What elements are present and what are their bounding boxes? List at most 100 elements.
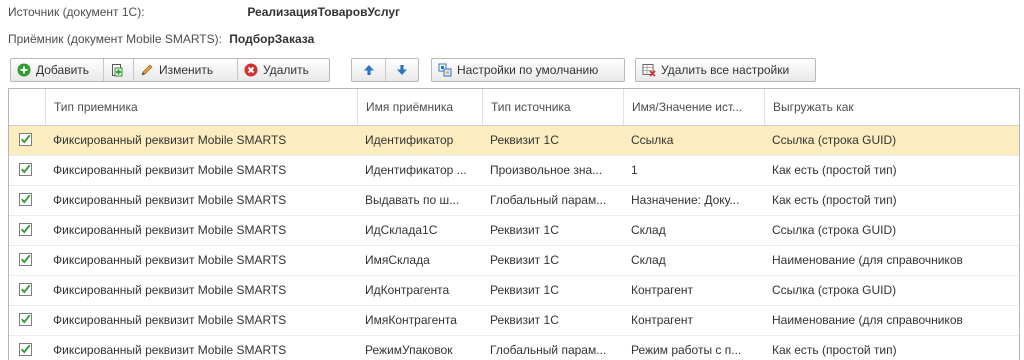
receiver-type-cell: Фиксированный реквизит Mobile SMARTS: [53, 313, 287, 327]
check-cell: [9, 186, 47, 215]
source-type-cell: Реквизит 1С: [490, 253, 559, 267]
delete-all-settings-label: Удалить все настройки: [661, 63, 790, 77]
edit-button[interactable]: Изменить: [133, 59, 237, 81]
receiver-name-cell: ИдСклада1С: [365, 223, 438, 237]
arrow-up-icon: [362, 63, 376, 77]
receiver-type-cell: Фиксированный реквизит Mobile SMARTS: [53, 163, 287, 177]
receiver-type-cell: Фиксированный реквизит Mobile SMARTS: [53, 223, 287, 237]
default-settings-button[interactable]: Настройки по умолчанию: [431, 58, 625, 82]
receiver-name-cell: Идентификатор ...: [365, 163, 467, 177]
edit-button-group: Добавить Изменить Удалить: [10, 58, 330, 82]
source-type-cell: Глобальный парам...: [490, 343, 607, 357]
mapping-table: Тип приемника Имя приёмника Тип источник…: [8, 88, 1020, 360]
receiver-row: Приёмник (документ Mobile SMARTS): Подбо…: [8, 31, 314, 47]
delete-button[interactable]: Удалить: [237, 59, 329, 81]
source-value[interactable]: РеализацияТоваровУслуг: [247, 5, 400, 19]
table-row[interactable]: Фиксированный реквизит Mobile SMARTS Режи…: [9, 336, 1019, 360]
checkmark-icon: [21, 344, 31, 354]
column-header-source-type[interactable]: Тип источника: [482, 89, 623, 125]
row-checkbox[interactable]: [19, 223, 32, 236]
source-value-cell: Режим работы с п...: [631, 343, 742, 357]
source-value-cell: Контрагент: [631, 283, 694, 297]
add-button[interactable]: Добавить: [11, 59, 103, 81]
row-checkbox[interactable]: [19, 343, 32, 356]
delete-icon: [244, 63, 258, 77]
table-header: Тип приемника Имя приёмника Тип источник…: [9, 89, 1019, 126]
move-button-group: [351, 58, 419, 82]
export-as-cell: Как есть (простой тип): [772, 343, 897, 357]
move-down-button[interactable]: [385, 59, 418, 81]
checkmark-icon: [21, 284, 31, 294]
export-as-cell: Ссылка (строка GUID): [772, 133, 897, 147]
receiver-name-cell: ИмяСклада: [365, 253, 430, 267]
receiver-type-cell: Фиксированный реквизит Mobile SMARTS: [53, 283, 287, 297]
source-type-cell: Реквизит 1С: [490, 313, 559, 327]
delete-all-settings-button[interactable]: Удалить все настройки: [635, 58, 816, 82]
source-type-cell: Реквизит 1С: [490, 223, 559, 237]
column-header-export-as[interactable]: Выгружать как: [764, 89, 1019, 125]
copy-icon: [110, 63, 124, 77]
source-value-cell: Склад: [631, 223, 666, 237]
source-type-cell: Глобальный парам...: [490, 193, 607, 207]
check-cell: [9, 246, 47, 275]
checkmark-icon: [21, 254, 31, 264]
source-type-cell: Произвольное зна...: [490, 163, 603, 177]
column-header-receiver-name[interactable]: Имя приёмника: [357, 89, 482, 125]
check-cell: [9, 156, 47, 185]
row-checkbox[interactable]: [19, 163, 32, 176]
table-row[interactable]: Фиксированный реквизит Mobile SMARTS ИмяС…: [9, 246, 1019, 276]
row-checkbox[interactable]: [19, 193, 32, 206]
table-row[interactable]: Фиксированный реквизит Mobile SMARTS ИмяК…: [9, 306, 1019, 336]
table-row[interactable]: Фиксированный реквизит Mobile SMARTS Иден…: [9, 156, 1019, 186]
edit-label: Изменить: [159, 63, 214, 77]
export-as-cell: Как есть (простой тип): [772, 193, 897, 207]
default-settings-label: Настройки по умолчанию: [457, 63, 599, 77]
receiver-name-cell: Идентификатор: [365, 133, 454, 147]
source-type-cell: Реквизит 1С: [490, 283, 559, 297]
receiver-type-cell: Фиксированный реквизит Mobile SMARTS: [53, 133, 287, 147]
column-header-source-value[interactable]: Имя/Значение ист...: [623, 89, 764, 125]
source-value-cell: Контрагент: [631, 313, 694, 327]
row-checkbox[interactable]: [19, 313, 32, 326]
move-up-button[interactable]: [352, 59, 385, 81]
receiver-type-cell: Фиксированный реквизит Mobile SMARTS: [53, 253, 287, 267]
delete-label: Удалить: [263, 63, 309, 77]
copy-button[interactable]: [103, 59, 133, 81]
clear-table-icon: [642, 63, 656, 77]
receiver-name-cell: РежимУпаковок: [365, 343, 453, 357]
table-row[interactable]: Фиксированный реквизит Mobile SMARTS ИдКо…: [9, 276, 1019, 306]
receiver-name-cell: Выдавать по ш...: [365, 193, 460, 207]
column-header-receiver-type[interactable]: Тип приемника: [45, 89, 357, 125]
export-as-cell: Наименование (для справочников: [772, 253, 963, 267]
export-as-cell: Как есть (простой тип): [772, 163, 897, 177]
table-row[interactable]: Фиксированный реквизит Mobile SMARTS Выда…: [9, 186, 1019, 216]
checkmark-icon: [21, 224, 31, 234]
source-type-cell: Реквизит 1С: [490, 133, 559, 147]
receiver-name-cell: ИмяКонтрагента: [365, 313, 457, 327]
check-cell: [9, 126, 47, 155]
checkmark-icon: [21, 194, 31, 204]
row-checkbox[interactable]: [19, 253, 32, 266]
column-header-check[interactable]: [9, 89, 47, 125]
settings-icon: [438, 63, 452, 77]
source-row: Источник (документ 1С): РеализацияТоваро…: [8, 4, 400, 20]
add-icon: [17, 63, 31, 77]
source-value-cell: Назначение: Доку...: [631, 193, 740, 207]
pencil-icon: [140, 63, 154, 77]
table-body: Фиксированный реквизит Mobile SMARTS Иден…: [9, 126, 1019, 360]
table-row[interactable]: Фиксированный реквизит Mobile SMARTS ИдСк…: [9, 216, 1019, 246]
source-label: Источник (документ 1С):: [8, 5, 145, 19]
add-label: Добавить: [36, 63, 90, 77]
export-as-cell: Наименование (для справочников: [772, 313, 963, 327]
check-cell: [9, 336, 47, 360]
table-row[interactable]: Фиксированный реквизит Mobile SMARTS Иден…: [9, 126, 1019, 156]
source-value-cell: Склад: [631, 253, 666, 267]
arrow-down-icon: [395, 63, 409, 77]
check-cell: [9, 306, 47, 335]
receiver-label: Приёмник (документ Mobile SMARTS):: [8, 32, 222, 46]
row-checkbox[interactable]: [19, 133, 32, 146]
source-value-cell: 1: [631, 163, 638, 177]
row-checkbox[interactable]: [19, 283, 32, 296]
receiver-value[interactable]: ПодборЗаказа: [229, 32, 314, 46]
checkmark-icon: [21, 314, 31, 324]
